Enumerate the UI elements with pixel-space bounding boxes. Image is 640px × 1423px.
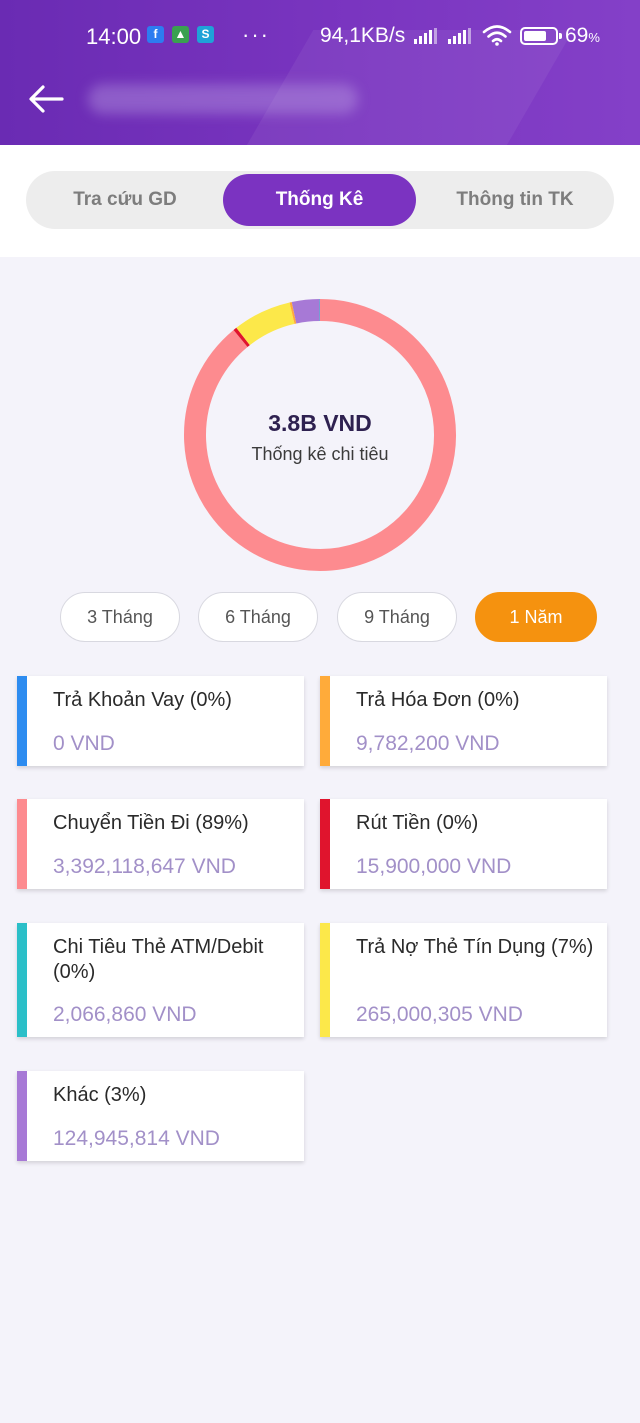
category-title: Rút Tiền (0%) [356,812,479,834]
battery-icon [520,27,562,45]
shield-icon: ▲ [172,26,189,43]
app-header: 14:00 f ▲ S ··· 94,1KB/s 69% [0,0,640,145]
category-card-khac[interactable]: Khác (3%) 124,945,814 VND [17,1071,304,1161]
category-card-tra-khoan-vay[interactable]: Trả Khoản Vay (0%) 0 VND [17,676,304,766]
tab-thong-ke[interactable]: Thống Kê [223,174,416,226]
tabs-section: Tra cứu GD Thống Kê Thông tin TK [0,145,640,257]
tab-thong-tin-tk[interactable]: Thông tin TK [416,174,614,226]
facebook-icon: f [147,26,164,43]
category-amount: 124,945,814 VND [53,1127,220,1150]
category-title: Trả Nợ Thẻ Tín Dụng (7%) [356,936,594,958]
category-title: Chuyển Tiền Đi (89%) [53,812,249,834]
status-time: 14:00 [86,24,142,49]
category-amount: 265,000,305 VND [356,1003,523,1026]
battery-percent: 69% [565,24,600,47]
segmented-tabs: Tra cứu GD Thống Kê Thông tin TK [26,171,614,229]
period-6-thang-button[interactable]: 6 Tháng [198,592,318,642]
category-card-chuyen-tien-di[interactable]: Chuyển Tiền Đi (89%) 3,392,118,647 VND [17,799,304,889]
network-speed: 94,1KB/s [320,24,406,47]
spending-donut-chart: 3.8B VND Thống kê chi tiêu [183,298,457,572]
wifi-icon [482,25,512,46]
signal-icon-2 [448,28,471,44]
period-1-nam-button[interactable]: 1 Năm [475,592,597,642]
more-notifications-icon: ··· [242,22,270,47]
category-amount: 0 VND [53,732,115,755]
category-amount: 3,392,118,647 VND [53,855,236,878]
total-spending: 3.8B VND [268,410,372,436]
signal-icon [414,28,437,44]
category-amount: 15,900,000 VND [356,855,512,878]
category-card-tra-hoa-don[interactable]: Trả Hóa Đơn (0%) 9,782,200 VND [320,676,607,766]
notification-icons: f ▲ S [147,26,214,43]
category-amount: 2,066,860 VND [53,1003,197,1026]
category-title: Khác (3%) [53,1084,147,1106]
period-filter: 3 Tháng 6 Tháng 9 Tháng 1 Năm [60,592,600,642]
category-title: Chi Tiêu Thẻ ATM/Debit (0%) [53,936,264,983]
donut-center: 3.8B VND Thống kê chi tiêu [183,298,457,572]
category-title: Trả Hóa Đơn (0%) [356,689,520,711]
category-card-rut-tien[interactable]: Rút Tiền (0%) 15,900,000 VND [320,799,607,889]
status-bar: 14:00 f ▲ S ··· 94,1KB/s 69% [0,0,640,60]
period-9-thang-button[interactable]: 9 Tháng [337,592,457,642]
period-3-thang-button[interactable]: 3 Tháng [60,592,180,642]
spending-caption: Thống kê chi tiêu [251,444,389,464]
category-amount: 9,782,200 VND [356,732,500,755]
category-card-tra-no-the-tin-dung[interactable]: Trả Nợ Thẻ Tín Dụng (7%) 265,000,305 VND [320,923,607,1037]
tab-tra-cuu-gd[interactable]: Tra cứu GD [26,174,224,226]
arrow-left-icon[interactable] [26,84,66,114]
category-title: Trả Khoản Vay (0%) [53,689,232,711]
account-name-redacted [88,84,358,114]
skype-icon: S [197,26,214,43]
category-card-chi-tieu-the-atm[interactable]: Chi Tiêu Thẻ ATM/Debit (0%) 2,066,860 VN… [17,923,304,1037]
